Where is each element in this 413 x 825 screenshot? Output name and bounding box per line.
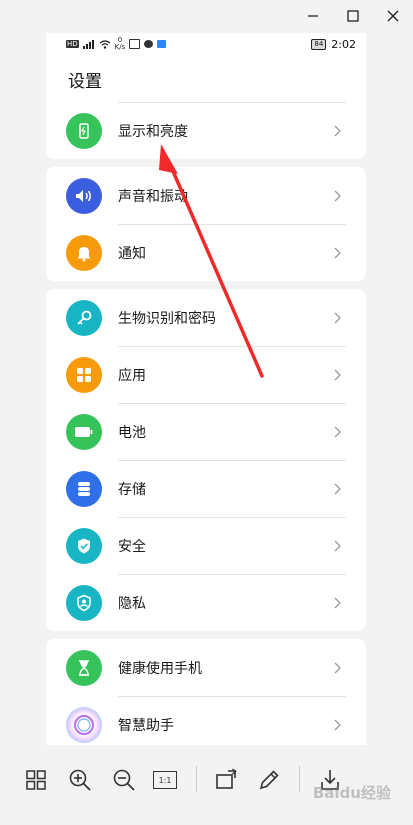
settings-item-notifications[interactable]: 通知 (46, 224, 366, 281)
rotate-button[interactable] (213, 766, 241, 794)
divider (118, 460, 346, 461)
thumbnails-button[interactable] (22, 766, 50, 794)
settings-item-apps[interactable]: 应用 (46, 346, 366, 403)
net-speed: 0 K/s (114, 36, 126, 51)
divider (118, 517, 346, 518)
chevron-right-icon (330, 597, 346, 609)
settings-item-digital-balance[interactable]: 健康使用手机 (46, 639, 366, 696)
toolbar-separator (196, 766, 197, 792)
chevron-right-icon (330, 540, 346, 552)
chevron-right-icon (330, 426, 346, 438)
zoom-in-icon (69, 769, 91, 791)
zoom-in-button[interactable] (66, 766, 94, 794)
zoom-out-icon (113, 769, 135, 791)
chevron-right-icon (330, 369, 346, 381)
zoom-out-button[interactable] (110, 766, 138, 794)
settings-item-battery[interactable]: 电池 (46, 403, 366, 460)
settings-item-label: 显示和亮度 (118, 123, 188, 140)
chevron-right-icon (330, 312, 346, 324)
settings-item-security[interactable]: 安全 (46, 517, 366, 574)
cloud-icon (157, 40, 167, 48)
edit-button[interactable] (255, 766, 283, 794)
hd-badge: HD (66, 40, 79, 48)
wifi-icon (99, 39, 111, 49)
divider (118, 224, 346, 225)
maximize-button[interactable] (333, 0, 373, 32)
settings-item-label: 应用 (118, 367, 146, 384)
settings-item-privacy[interactable]: 隐私 (46, 574, 366, 631)
close-icon (387, 10, 399, 22)
assistant-icon (66, 706, 102, 743)
settings-item-biometrics[interactable]: 生物识别和密码 (46, 289, 366, 346)
settings-group-system: 生物识别和密码 应用 电池 存储 安全 隐私 (46, 289, 366, 631)
page-title: 设置 (68, 72, 102, 92)
divider (118, 346, 346, 347)
pencil-icon (259, 770, 279, 790)
bell-icon (66, 234, 102, 271)
apps-icon (66, 356, 102, 393)
message-icon (144, 40, 154, 48)
phone-screen: HD 0 K/s 84 2:02 设置 显示和亮度 声音和振动 通知 生物识别和… (46, 33, 366, 745)
settings-item-label: 电池 (118, 424, 146, 441)
maximize-icon (347, 10, 359, 22)
storage-icon (66, 470, 102, 507)
settings-item-label: 隐私 (118, 595, 146, 612)
chevron-right-icon (330, 483, 346, 495)
gallery-icon (129, 39, 141, 49)
minimize-button[interactable] (293, 0, 333, 32)
divider (118, 696, 346, 697)
key-icon (66, 299, 102, 336)
divider (118, 403, 346, 404)
settings-item-label: 通知 (118, 245, 146, 262)
status-bar: HD 0 K/s 84 2:02 (46, 33, 366, 55)
battery-indicator: 84 (311, 38, 327, 50)
settings-item-assistant[interactable]: 智慧助手 (46, 696, 366, 745)
status-time: 2:02 (331, 37, 356, 51)
watermark: Baidu经验 (312, 784, 391, 802)
chevron-right-icon (330, 719, 346, 731)
divider (118, 102, 346, 103)
chevron-right-icon (330, 247, 346, 259)
grid-icon (26, 770, 46, 790)
settings-item-label: 健康使用手机 (118, 660, 202, 677)
hourglass-icon (66, 649, 102, 686)
actual-size-label: 1:1 (153, 771, 177, 789)
settings-item-label: 存储 (118, 481, 146, 498)
settings-item-label: 智慧助手 (118, 717, 174, 734)
settings-group-display: 显示和亮度 (46, 102, 366, 159)
rotate-icon (216, 768, 237, 789)
signal-icon (82, 39, 94, 49)
settings-item-sound[interactable]: 声音和振动 (46, 167, 366, 224)
toolbar-separator (299, 766, 300, 792)
settings-item-storage[interactable]: 存储 (46, 460, 366, 517)
settings-item-label: 安全 (118, 538, 146, 555)
minimize-icon (308, 15, 318, 17)
close-button[interactable] (373, 0, 413, 32)
settings-item-display[interactable]: 显示和亮度 (46, 102, 366, 159)
divider (118, 574, 346, 575)
speaker-icon (66, 177, 102, 214)
page-title-area: 设置 (46, 55, 366, 102)
settings-item-label: 生物识别和密码 (118, 310, 216, 327)
chevron-right-icon (330, 125, 346, 137)
chevron-right-icon (330, 662, 346, 674)
display-icon (66, 112, 102, 149)
window-controls (293, 0, 413, 32)
settings-group-sound: 声音和振动 通知 (46, 167, 366, 281)
settings-item-label: 声音和振动 (118, 188, 188, 205)
privacy-icon (66, 584, 102, 621)
battery-icon (66, 413, 102, 450)
chevron-right-icon (330, 190, 346, 202)
actual-size-button[interactable]: 1:1 (150, 766, 180, 794)
settings-group-wellbeing: 健康使用手机 智慧助手 (46, 639, 366, 745)
shield-icon (66, 527, 102, 564)
